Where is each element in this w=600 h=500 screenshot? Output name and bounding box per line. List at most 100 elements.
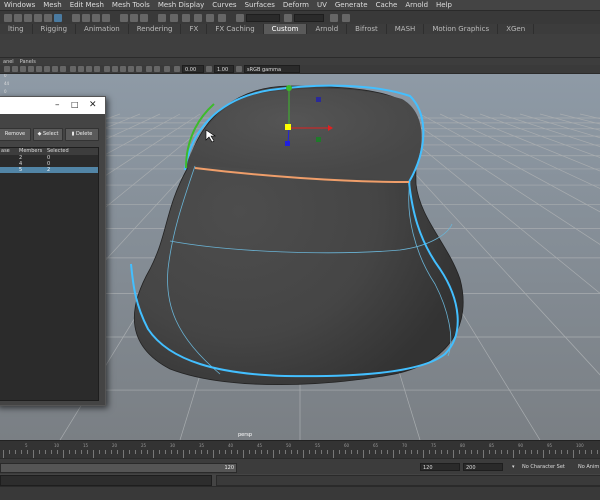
timeline-tick-mark <box>99 450 100 454</box>
menu-item-deform[interactable]: Deform <box>279 1 313 9</box>
wireframe-icon[interactable] <box>28 66 34 72</box>
shelf-tab-fx-caching[interactable]: FX Caching <box>207 24 264 34</box>
menu-item-mesh[interactable]: Mesh <box>39 1 65 9</box>
tool-icon[interactable] <box>4 14 12 22</box>
manipulator-plane-handle[interactable] <box>316 97 321 102</box>
gamma-field[interactable]: 1.00 <box>214 65 234 73</box>
aa-icon[interactable] <box>164 66 170 72</box>
snap-icon[interactable] <box>82 14 90 22</box>
column-header[interactable]: Members <box>19 148 47 155</box>
command-input[interactable] <box>0 475 212 486</box>
shelf-tab-animation[interactable]: Animation <box>76 24 129 34</box>
minimize-icon[interactable]: – <box>55 100 60 110</box>
table-row[interactable]: 5 2 <box>0 167 98 173</box>
xray-icon[interactable] <box>78 66 84 72</box>
sidebar-toggle-icon[interactable] <box>342 14 350 22</box>
panel-menu-item[interactable]: anel <box>0 59 17 65</box>
select-icon[interactable] <box>182 14 190 22</box>
tool-icon[interactable] <box>14 14 22 22</box>
shelf-tab-xgen[interactable]: XGen <box>498 24 535 34</box>
sidebar-toggle-icon[interactable] <box>330 14 338 22</box>
anim-layer-dropdown[interactable]: No Anim <box>578 464 599 470</box>
tool-icon[interactable] <box>34 14 42 22</box>
menu-item-curves[interactable]: Curves <box>208 1 240 9</box>
maximize-icon[interactable]: □ <box>71 100 79 110</box>
range-max-field[interactable]: 200 <box>463 463 503 471</box>
column-header[interactable]: Selected <box>47 148 87 155</box>
exposure-field[interactable]: 0.00 <box>182 65 204 73</box>
aa-icon[interactable] <box>128 66 134 72</box>
aa-icon[interactable] <box>136 66 142 72</box>
remove-button[interactable]: Remove <box>0 128 31 141</box>
delete-button[interactable]: ▮ Delete <box>65 128 99 141</box>
paint-icon[interactable] <box>170 14 178 22</box>
menu-item-mesh-tools[interactable]: Mesh Tools <box>108 1 154 9</box>
x-field[interactable] <box>246 14 280 22</box>
character-set-dropdown[interactable]: No Character Set <box>522 464 565 470</box>
xray-icon[interactable] <box>86 66 92 72</box>
menu-item-cache[interactable]: Cache <box>372 1 402 9</box>
render-icon[interactable] <box>120 14 128 22</box>
shelf-tab-lting[interactable]: lting <box>0 24 33 34</box>
snap-icon[interactable] <box>72 14 80 22</box>
shelf-tab-rendering[interactable]: Rendering <box>129 24 182 34</box>
range-end-field[interactable]: 120 <box>420 463 460 471</box>
aa-icon[interactable] <box>120 66 126 72</box>
menu-item-arnold[interactable]: Arnold <box>401 1 432 9</box>
timeline-tick-mark <box>489 450 490 454</box>
menu-item-help[interactable]: Help <box>432 1 456 9</box>
window-titlebar[interactable]: – □ ✕ <box>0 97 105 114</box>
time-slider[interactable]: 5 10 15 20 25 30 35 40 45 50 55 60 65 70 75 80 85 90 95 100 <box>0 440 600 458</box>
shelf-tab-arnold[interactable]: Arnold <box>307 24 348 34</box>
manipulator-center[interactable] <box>285 124 291 130</box>
tool-icon[interactable] <box>44 14 52 22</box>
textured-icon[interactable] <box>44 66 50 72</box>
set-editor-window[interactable]: – □ ✕ Remove ◆ Select ▮ Delete ase Membe… <box>0 96 106 406</box>
menu-item-generate[interactable]: Generate <box>331 1 372 9</box>
aa-icon[interactable] <box>146 66 152 72</box>
shelf-tab-rigging[interactable]: Rigging <box>33 24 77 34</box>
x-field-icon <box>236 14 244 22</box>
menu-item-windows[interactable]: Windows <box>0 1 39 9</box>
manipulator-y-handle[interactable] <box>286 85 292 91</box>
shelf-tab-mash[interactable]: MASH <box>387 24 425 34</box>
shelf-tab-custom[interactable]: Custom <box>263 24 308 34</box>
grid-icon[interactable] <box>20 66 26 72</box>
manipulator-plane-handle[interactable] <box>316 137 321 142</box>
panel-menu-item[interactable]: Panels <box>17 59 39 65</box>
snap-icon[interactable] <box>102 14 110 22</box>
colorspace-dropdown[interactable]: sRGB gamma <box>244 65 300 73</box>
light-icon[interactable] <box>52 66 58 72</box>
select-icon[interactable] <box>194 14 202 22</box>
snap-icon[interactable] <box>92 14 100 22</box>
lock-icon[interactable] <box>158 14 166 22</box>
menu-item-edit-mesh[interactable]: Edit Mesh <box>66 1 108 9</box>
menu-item-surfaces[interactable]: Surfaces <box>241 1 279 9</box>
shadow-icon[interactable] <box>60 66 66 72</box>
tool-icon[interactable] <box>54 14 62 22</box>
menu-item-mesh-display[interactable]: Mesh Display <box>154 1 208 9</box>
y-field[interactable] <box>294 14 324 22</box>
column-header[interactable]: ase <box>0 148 19 155</box>
tool-icon[interactable] <box>24 14 32 22</box>
camera-icon[interactable] <box>12 66 18 72</box>
close-icon[interactable]: ✕ <box>89 100 97 110</box>
aa-icon[interactable] <box>154 66 160 72</box>
select-icon[interactable] <box>218 14 226 22</box>
select-button[interactable]: ◆ Select <box>33 128 63 141</box>
menu-item-uv[interactable]: UV <box>313 1 331 9</box>
isolate-icon[interactable] <box>70 66 76 72</box>
render-icon[interactable] <box>140 14 148 22</box>
render-icon[interactable] <box>130 14 138 22</box>
shelf-tab-fx[interactable]: FX <box>181 24 208 34</box>
aa-icon[interactable] <box>104 66 110 72</box>
shelf-tab-motion-graphics[interactable]: Motion Graphics <box>424 24 499 34</box>
range-slider[interactable]: 120 <box>0 463 237 473</box>
select-icon[interactable] <box>206 14 214 22</box>
manipulator-z-handle[interactable] <box>285 141 290 146</box>
shelf-tab-bifrost[interactable]: Bifrost <box>347 24 387 34</box>
hud-icon[interactable] <box>94 66 100 72</box>
aa-icon[interactable] <box>112 66 118 72</box>
camera-icon[interactable] <box>4 66 10 72</box>
shaded-icon[interactable] <box>36 66 42 72</box>
